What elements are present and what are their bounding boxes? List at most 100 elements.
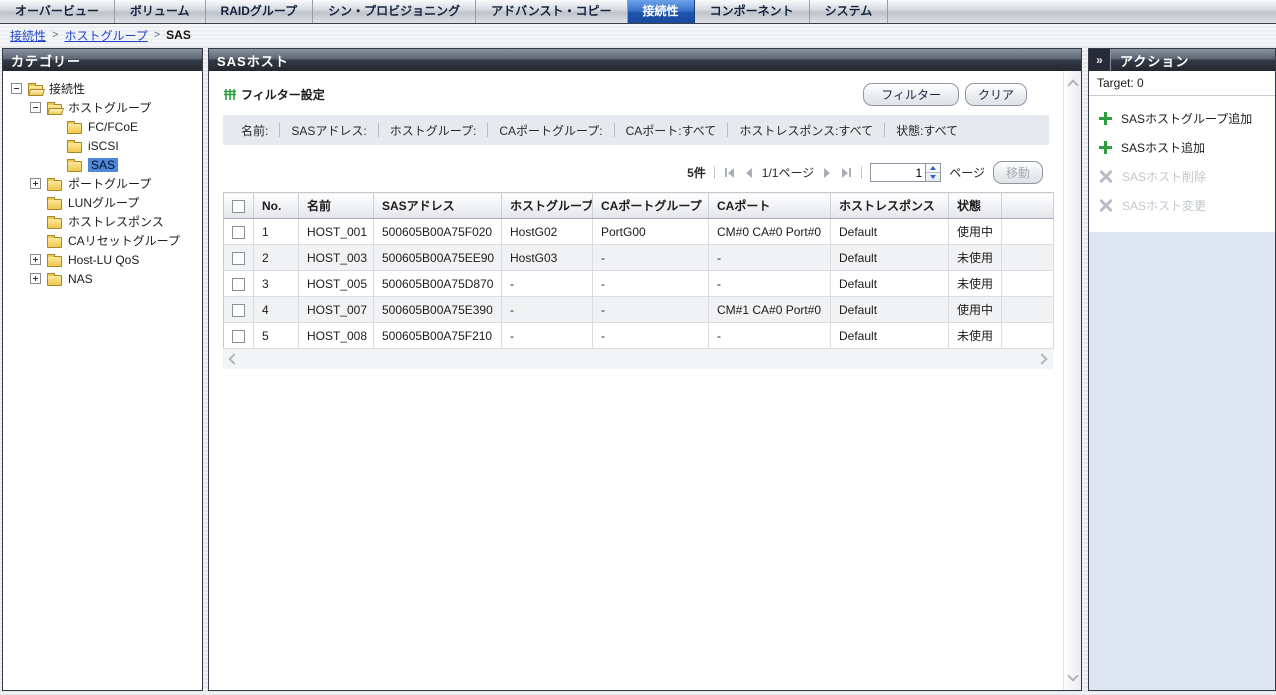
selected-tree-label: SAS — [88, 158, 118, 172]
last-page-icon[interactable] — [840, 168, 853, 178]
row-checkbox[interactable] — [232, 226, 245, 239]
scroll-left-icon[interactable] — [228, 353, 239, 364]
action-add-sas-host-group[interactable]: SASホストグループ追加 — [1089, 104, 1275, 133]
col-status: 状態 — [949, 193, 1002, 219]
actions-panel-header: » アクション — [1089, 49, 1275, 71]
first-page-icon[interactable] — [723, 168, 736, 178]
folder-icon — [47, 275, 62, 286]
main-panel-title: SASホスト — [209, 49, 1081, 71]
table-row[interactable]: 3 HOST_005 500605B00A75D870 - - - Defaul… — [224, 271, 1054, 297]
status-cell: 未使用 — [949, 271, 1002, 297]
tab-system[interactable]: システム — [810, 0, 889, 23]
status-cell: 使用中 — [949, 297, 1002, 323]
tree-item-iscsi[interactable]: iSCSI — [3, 136, 202, 155]
tab-raid-group[interactable]: RAIDグループ — [206, 0, 314, 23]
category-panel: カテゴリー 接続性 ホストグループ FC/FCoE iSCSI — [2, 48, 203, 691]
col-name: 名前 — [299, 193, 374, 219]
filter-button[interactable]: フィルター — [863, 83, 959, 106]
stepper-down-icon[interactable] — [926, 172, 940, 181]
filter-settings-title: フィルター設定 — [223, 86, 325, 103]
collapse-panel-button[interactable]: » — [1089, 49, 1111, 71]
filter-icon — [223, 87, 237, 102]
x-icon — [1099, 170, 1113, 183]
next-page-icon[interactable] — [822, 168, 832, 178]
target-count: Target: 0 — [1089, 71, 1275, 96]
criteria-host-group: ホストグループ: — [390, 122, 477, 139]
scroll-up-icon[interactable] — [1067, 79, 1078, 90]
criteria-ca-port-group: CAポートグループ: — [499, 122, 602, 139]
row-checkbox[interactable] — [232, 278, 245, 291]
expand-box-icon[interactable] — [30, 254, 41, 265]
tree-item-fc-fcoe[interactable]: FC/FCoE — [3, 117, 202, 136]
table-horizontal-scrollbar[interactable] — [223, 349, 1053, 369]
prev-page-icon[interactable] — [744, 168, 754, 178]
folder-icon — [67, 142, 82, 153]
row-checkbox[interactable] — [232, 252, 245, 265]
tree-item-port-group[interactable]: ポートグループ — [3, 174, 202, 193]
breadcrumb-connectivity[interactable]: 接続性 — [10, 27, 46, 44]
tree-item-host-group[interactable]: ホストグループ — [3, 98, 202, 117]
pagination-bar: 5件 1/1ページ ページ — [223, 161, 1043, 184]
col-host-response: ホストレスポンス — [831, 193, 949, 219]
action-delete-sas-host: SASホスト削除 — [1089, 162, 1275, 191]
tree-item-host-lu-qos[interactable]: Host-LU QoS — [3, 250, 202, 269]
tree-item-host-response[interactable]: ホストレスポンス — [3, 212, 202, 231]
select-all-checkbox[interactable] — [232, 200, 245, 213]
col-spacer — [1002, 193, 1054, 219]
scroll-down-icon[interactable] — [1067, 670, 1078, 681]
tab-connectivity[interactable]: 接続性 — [628, 0, 695, 23]
table-row[interactable]: 4 HOST_007 500605B00A75E390 - - CM#1 CA#… — [224, 297, 1054, 323]
table-row[interactable]: 1 HOST_001 500605B00A75F020 HostG02 Port… — [224, 219, 1054, 245]
tab-thin-provisioning[interactable]: シン・プロビジョニング — [313, 0, 476, 23]
tree-item-lun-group[interactable]: LUNグループ — [3, 193, 202, 212]
folder-icon — [67, 123, 82, 134]
app-window: オーバービュー ボリューム RAIDグループ シン・プロビジョニング アドバンス… — [0, 0, 1276, 695]
status-cell: 未使用 — [949, 323, 1002, 349]
tab-component[interactable]: コンポーネント — [695, 0, 810, 23]
tab-volume[interactable]: ボリューム — [115, 0, 206, 23]
expand-box-icon[interactable] — [30, 273, 41, 284]
record-count: 5件 — [687, 164, 706, 181]
clear-button[interactable]: クリア — [965, 83, 1027, 106]
action-add-sas-host[interactable]: SASホスト追加 — [1089, 133, 1275, 162]
row-checkbox[interactable] — [232, 330, 245, 343]
breadcrumb: 接続性 > ホストグループ > SAS — [0, 24, 1276, 46]
open-folder-icon — [28, 85, 43, 96]
row-checkbox[interactable] — [232, 304, 245, 317]
folder-icon — [47, 218, 62, 229]
top-tab-bar: オーバービュー ボリューム RAIDグループ シン・プロビジョニング アドバンス… — [0, 0, 1276, 24]
page-number-input[interactable] — [870, 163, 926, 182]
tree-item-nas[interactable]: NAS — [3, 269, 202, 288]
go-button[interactable]: 移動 — [993, 161, 1043, 184]
breadcrumb-separator: > — [154, 29, 160, 41]
tab-overview[interactable]: オーバービュー — [0, 0, 115, 23]
col-no: No. — [254, 193, 299, 219]
expand-box-icon[interactable] — [30, 178, 41, 189]
table-row[interactable]: 5 HOST_008 500605B00A75F210 - - - Defaul… — [224, 323, 1054, 349]
tab-advanced-copy[interactable]: アドバンスト・コピー — [476, 0, 627, 23]
actions-list: SASホストグループ追加 SASホスト追加 SASホスト削除 SASホスト変更 — [1089, 96, 1275, 232]
col-sas-address: SASアドレス — [374, 193, 502, 219]
vertical-scrollbar[interactable] — [1063, 71, 1081, 690]
folder-icon — [47, 237, 62, 248]
breadcrumb-host-group[interactable]: ホストグループ — [64, 27, 147, 44]
table-row[interactable]: 2 HOST_003 500605B00A75EE90 HostG03 - - … — [224, 245, 1054, 271]
collapse-box-icon[interactable] — [30, 102, 41, 113]
stepper-up-icon[interactable] — [926, 164, 940, 172]
page-stepper[interactable] — [926, 163, 941, 182]
collapse-box-icon[interactable] — [11, 83, 22, 94]
folder-icon — [47, 180, 62, 191]
filter-header: フィルター設定 フィルター クリア — [223, 83, 1049, 106]
plus-icon — [1099, 112, 1112, 125]
actions-panel-title: アクション — [1111, 49, 1189, 71]
table-header-row: No. 名前 SASアドレス ホストグループ CAポートグループ CAポート ホ… — [224, 193, 1054, 219]
col-ca-port-group: CAポートグループ — [593, 193, 709, 219]
scroll-right-icon[interactable] — [1036, 353, 1047, 364]
action-modify-sas-host: SASホスト変更 — [1089, 191, 1275, 220]
tree-item-connectivity[interactable]: 接続性 — [3, 79, 202, 98]
col-ca-port: CAポート — [709, 193, 831, 219]
tree-item-ca-reset-group[interactable]: CAリセットグループ — [3, 231, 202, 250]
tree-item-sas[interactable]: SAS — [3, 155, 202, 174]
folder-icon — [67, 161, 82, 172]
folder-icon — [47, 256, 62, 267]
